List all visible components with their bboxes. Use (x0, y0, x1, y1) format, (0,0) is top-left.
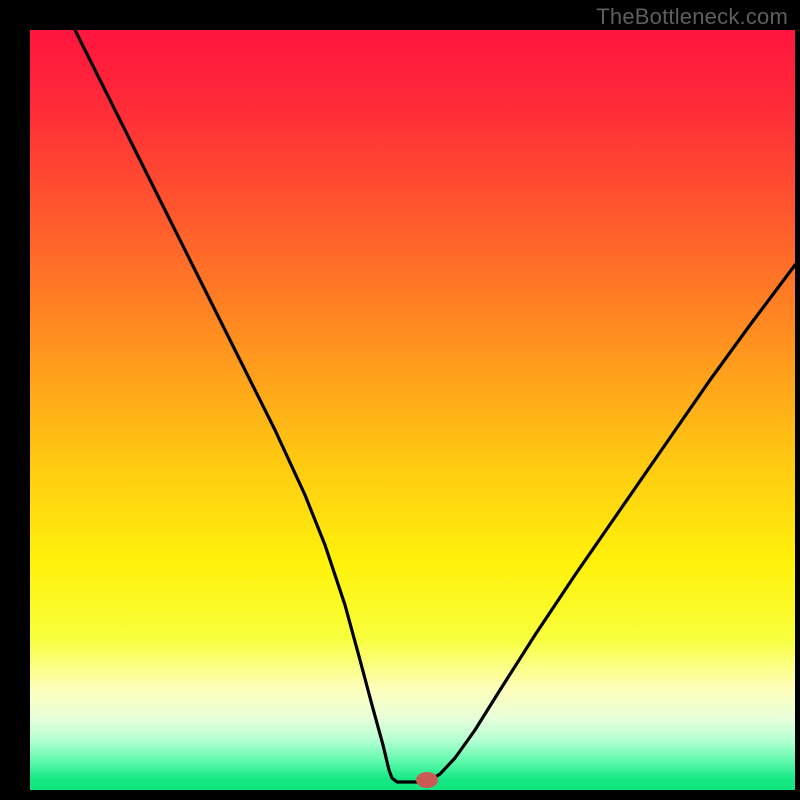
watermark-text: TheBottleneck.com (596, 4, 788, 30)
bottleneck-chart (0, 0, 800, 800)
minimum-marker (416, 772, 438, 788)
chart-stage: TheBottleneck.com (0, 0, 800, 800)
plot-area (30, 30, 795, 790)
